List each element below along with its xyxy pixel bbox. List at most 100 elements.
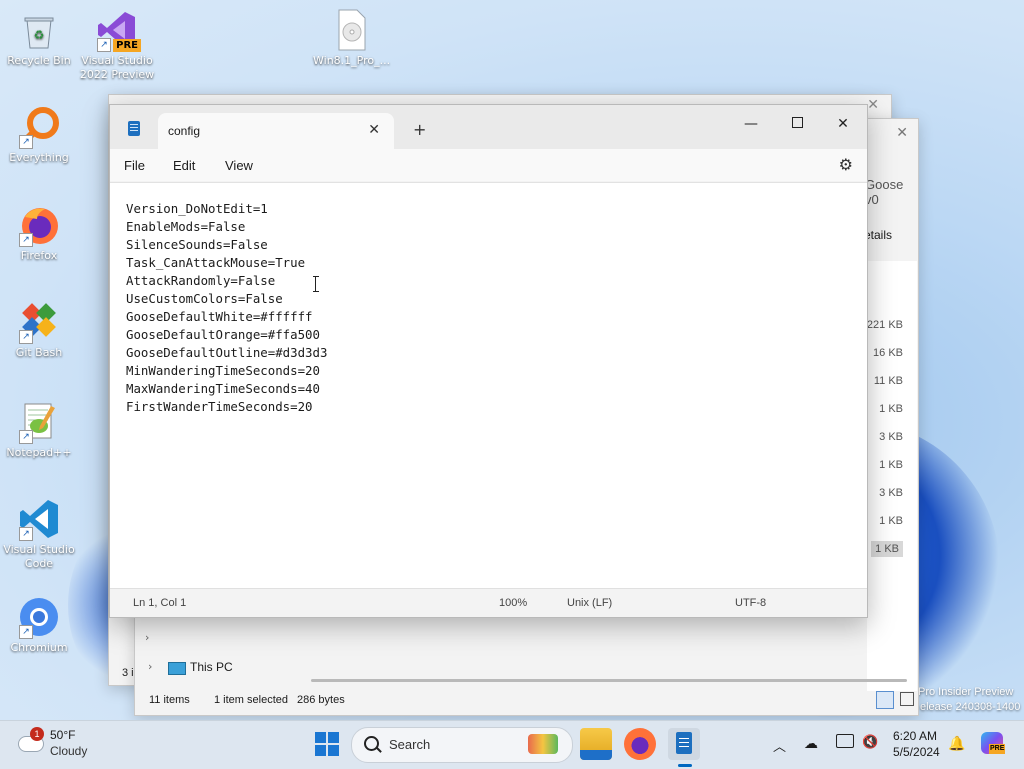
close-tab-icon[interactable]: ✕ bbox=[368, 122, 380, 138]
shortcut-arrow-icon: ↗ bbox=[97, 38, 111, 52]
taskbar-search-box[interactable]: Search bbox=[351, 727, 573, 763]
desktop-icon-notepad-plus-plus[interactable]: ↗ Notepad++ bbox=[1, 400, 77, 460]
editor-line: GooseDefaultOrange=#ffa500 bbox=[126, 327, 320, 342]
weather-temp: 50°F bbox=[50, 728, 76, 742]
expand-chevron-icon[interactable]: › bbox=[145, 631, 149, 644]
visual-studio-preview-icon: PRE ↗ bbox=[95, 8, 141, 52]
file-size-cell: 1 KB bbox=[879, 459, 903, 471]
shortcut-arrow-icon: ↗ bbox=[19, 233, 33, 247]
status-item-count: 11 items bbox=[149, 694, 190, 706]
minimize-button[interactable]: — bbox=[728, 109, 774, 139]
editor-line: EnableMods=False bbox=[126, 219, 246, 234]
status-encoding[interactable]: UTF-8 bbox=[735, 597, 766, 609]
details-view-icon[interactable] bbox=[876, 691, 894, 709]
notepad-taskbar-icon[interactable] bbox=[668, 728, 700, 767]
horizontal-scrollbar[interactable] bbox=[311, 679, 907, 682]
shortcut-arrow-icon: ↗ bbox=[19, 135, 33, 149]
explorer-details-button[interactable]: etails bbox=[864, 228, 892, 242]
status-cursor-position[interactable]: Ln 1, Col 1 bbox=[133, 597, 186, 609]
file-size-cell: 3 KB bbox=[879, 431, 903, 443]
nav-item-this-pc[interactable]: › This PC bbox=[145, 659, 285, 679]
desktop-icon-recycle-bin[interactable]: ♻ Recycle Bin bbox=[1, 8, 77, 68]
shortcut-arrow-icon: ↗ bbox=[19, 527, 33, 541]
disc-image-file-icon bbox=[329, 8, 373, 52]
tab-title: config bbox=[168, 124, 201, 138]
expand-chevron-icon: › bbox=[148, 660, 153, 673]
watermark-line1: Pro Insider Preview bbox=[918, 686, 1014, 698]
explorer-statusbar: 11 items 1 item selected 286 bytes bbox=[135, 687, 918, 715]
status-zoom[interactable]: 100% bbox=[499, 597, 527, 609]
file-size-cell: 1 KB bbox=[879, 515, 903, 527]
status-selected: 1 item selected bbox=[214, 694, 288, 706]
copilot-icon[interactable]: PRE bbox=[981, 732, 1006, 754]
explorer-count-fragment: 3 i bbox=[122, 667, 134, 679]
search-highlight-icon bbox=[528, 734, 558, 754]
notepad-window[interactable]: config ✕ + — ✕ File Edit View ⚙ Version_… bbox=[109, 104, 868, 618]
watermark-line2: elease 240308-1400 bbox=[920, 701, 1021, 713]
weather-widget[interactable]: 1 50°F Cloudy bbox=[14, 726, 124, 764]
notification-bell-icon[interactable]: 🔔 bbox=[948, 735, 965, 752]
desktop-icon-label: Notepad++ bbox=[6, 446, 72, 459]
notepad-app-icon bbox=[128, 121, 140, 136]
clock-time[interactable]: 6:20 AM bbox=[893, 729, 937, 743]
file-size-cell: 16 KB bbox=[873, 347, 903, 359]
file-size-cell: 3 KB bbox=[879, 487, 903, 499]
new-tab-button[interactable]: + bbox=[413, 120, 426, 139]
status-line-ending[interactable]: Unix (LF) bbox=[567, 597, 612, 609]
search-label: Search bbox=[389, 737, 431, 752]
firefox-taskbar-icon[interactable] bbox=[624, 728, 656, 760]
network-disconnected-icon[interactable]: ☁ bbox=[804, 735, 818, 752]
shortcut-arrow-icon: ↗ bbox=[19, 625, 33, 639]
text-editor[interactable]: Version_DoNotEdit=1 EnableMods=False Silen… bbox=[110, 182, 867, 589]
maximize-button[interactable] bbox=[774, 109, 820, 139]
editor-line: GooseDefaultWhite=#ffffff bbox=[126, 309, 313, 324]
tiles-view-icon[interactable] bbox=[900, 692, 914, 706]
desktop-icon-label: Everything bbox=[9, 151, 69, 164]
desktop-icon-chromium[interactable]: ↗ Chromium bbox=[1, 595, 77, 655]
file-size-cell: 1 KB bbox=[871, 541, 903, 557]
settings-gear-icon[interactable]: ⚙ bbox=[839, 155, 853, 174]
text-cursor-ibeam-icon bbox=[313, 276, 319, 292]
search-icon-handle bbox=[376, 747, 382, 753]
explorer-close-button[interactable]: ✕ bbox=[896, 125, 908, 141]
close-icon[interactable]: ✕ bbox=[867, 97, 879, 113]
editor-line: MaxWanderingTimeSeconds=40 bbox=[126, 381, 320, 396]
pre-badge: PRE bbox=[113, 39, 141, 52]
desktop-icon-git-bash[interactable]: ↗ Git Bash bbox=[1, 300, 77, 360]
shortcut-arrow-icon: ↗ bbox=[19, 330, 33, 344]
file-explorer-taskbar-icon[interactable] bbox=[580, 728, 612, 760]
weather-condition: Cloudy bbox=[50, 744, 88, 758]
desktop-icon-label: Recycle Bin bbox=[7, 54, 71, 67]
desktop-icon-everything[interactable]: ↗ Everything bbox=[1, 105, 77, 165]
menu-view[interactable]: View bbox=[225, 158, 253, 173]
close-button[interactable]: ✕ bbox=[820, 109, 866, 139]
menu-edit[interactable]: Edit bbox=[173, 158, 195, 173]
weather-alert-badge: 1 bbox=[30, 727, 44, 741]
file-size-cell: 221 KB bbox=[866, 319, 903, 331]
editor-line: Version_DoNotEdit=1 bbox=[126, 201, 268, 216]
file-size-cell: 11 KB bbox=[873, 375, 903, 387]
desktop-icon-vscode[interactable]: ↗ Visual Studio Code bbox=[1, 497, 77, 571]
notepad-statusbar: Ln 1, Col 1 100% Unix (LF) UTF-8 bbox=[110, 588, 867, 617]
editor-line: Task_CanAttackMouse=True bbox=[126, 255, 306, 270]
screen-display-icon[interactable] bbox=[836, 734, 854, 748]
volume-muted-icon[interactable]: 🔇 bbox=[862, 734, 878, 750]
desktop-icon-visual-studio-preview[interactable]: PRE ↗ Visual Studio 2022 Preview bbox=[79, 8, 155, 82]
clock-date[interactable]: 5/5/2024 bbox=[893, 745, 940, 759]
editor-line: MinWanderingTimeSeconds=20 bbox=[126, 363, 320, 378]
show-hidden-icons-chevron-icon[interactable]: ︿ bbox=[773, 736, 786, 755]
windows-logo-icon bbox=[315, 732, 339, 756]
start-button[interactable] bbox=[315, 732, 339, 756]
notepad-titlebar[interactable]: config ✕ + — ✕ bbox=[110, 105, 867, 149]
file-size-cell: 1 KB bbox=[879, 403, 903, 415]
editor-line: AttackRandomly=False bbox=[126, 273, 276, 288]
copilot-pre-badge: PRE bbox=[989, 744, 1006, 754]
desktop-icon-firefox[interactable]: ↗ Firefox bbox=[1, 203, 77, 263]
editor-line: GooseDefaultOutline=#d3d3d3 bbox=[126, 345, 328, 360]
desktop-icon-label: Git Bash bbox=[15, 346, 63, 359]
desktop-icon-label: Firefox bbox=[20, 249, 58, 262]
editor-line: UseCustomColors=False bbox=[126, 291, 283, 306]
desktop-icon-win81-iso[interactable]: Win8.1_Pro_... bbox=[313, 8, 390, 68]
menu-file[interactable]: File bbox=[124, 158, 145, 173]
tab-config[interactable]: config ✕ bbox=[158, 113, 394, 149]
